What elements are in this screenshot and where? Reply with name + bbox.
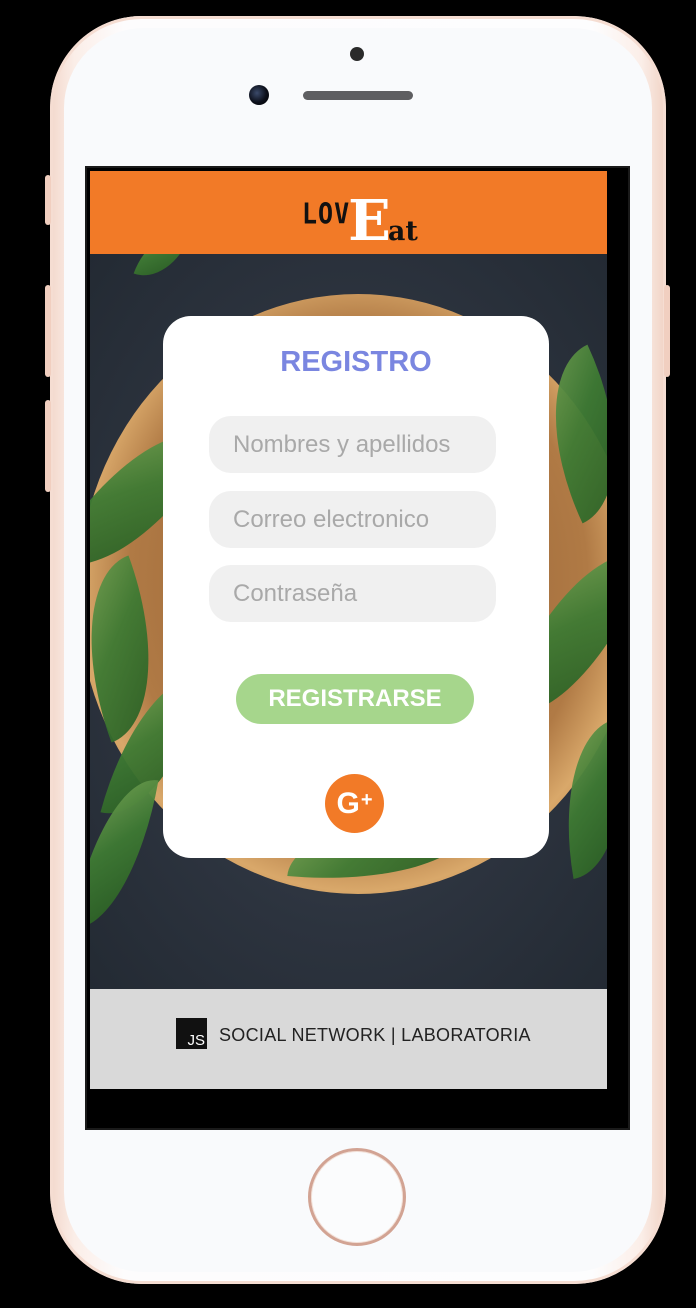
footer-text: SOCIAL NETWORK | LABORATORIA xyxy=(219,1025,531,1045)
password-input[interactable] xyxy=(209,565,496,622)
register-title: REGISTRO xyxy=(280,346,432,378)
leaf-shape xyxy=(90,770,159,938)
register-button[interactable]: REGISTRARSE xyxy=(236,674,474,724)
proximity-sensor xyxy=(350,47,364,61)
app-footer: JS SOCIAL NETWORK | LABORATORIA xyxy=(90,989,607,1089)
google-plus-login-button[interactable]: G + xyxy=(325,774,384,833)
google-plus-icon: G xyxy=(336,786,360,820)
register-card: REGISTRO REGISTRARSE G + xyxy=(163,316,549,858)
js-logo-icon: JS xyxy=(176,1018,207,1049)
volume-down-button xyxy=(45,400,51,492)
earpiece-speaker xyxy=(303,91,413,100)
mute-switch xyxy=(45,175,51,225)
logo-text-lov: LOV xyxy=(302,196,351,231)
full-name-input[interactable] xyxy=(209,416,496,473)
home-button[interactable] xyxy=(308,1148,406,1246)
app-header: LOV E at xyxy=(90,171,607,254)
volume-up-button xyxy=(45,285,51,377)
app-logo: LOV E at xyxy=(302,189,418,249)
power-button xyxy=(664,285,670,377)
leaf-shape xyxy=(133,254,191,288)
google-plus-icon-plus: + xyxy=(360,788,373,811)
logo-text-e: E xyxy=(348,188,391,254)
front-camera-icon xyxy=(249,85,269,105)
js-badge-text: JS xyxy=(187,1032,205,1049)
email-input[interactable] xyxy=(209,491,496,548)
logo-text-at: at xyxy=(387,216,418,247)
